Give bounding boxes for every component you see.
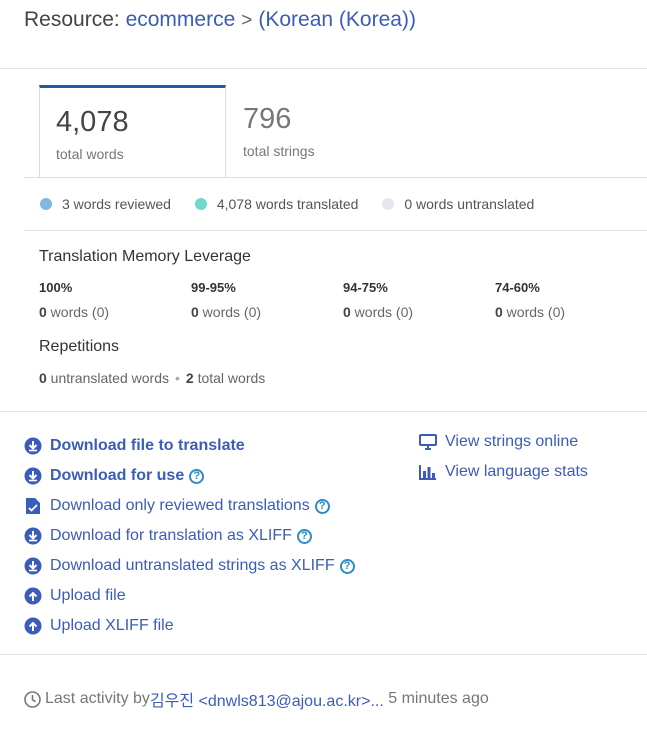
upload-circle-icon: [24, 587, 42, 605]
download-untranslated-xliff-link[interactable]: Download untranslated strings as XLIFF ?: [24, 551, 355, 581]
last-activity: Last activity by 김우진 <dnwls813@ajou.ac.k…: [24, 687, 489, 711]
tm-value: 0 words (0): [495, 304, 566, 320]
download-circle-icon: [24, 467, 42, 485]
download-circle-icon: [24, 527, 42, 545]
resource-link[interactable]: ecommerce: [126, 8, 236, 31]
bar-chart-icon: [419, 463, 437, 481]
tm-pct: 74-60%: [495, 280, 540, 295]
upload-circle-icon: [24, 617, 42, 635]
view-language-stats-link[interactable]: View language stats: [419, 457, 588, 487]
reviewed-dot-icon: [40, 198, 52, 210]
legend-translated: 4,078 words translated: [194, 196, 359, 212]
tm-pct: 94-75%: [343, 280, 388, 295]
download-reviewed-translations-link[interactable]: Download only reviewed translations ?: [24, 491, 355, 521]
actions-right: View strings online View language stats: [419, 427, 588, 487]
total-words-value: 4,078: [56, 106, 129, 138]
translated-dot-icon: [194, 198, 207, 210]
download-translation-xliff-link[interactable]: Download for translation as XLIFF ?: [24, 521, 355, 551]
download-file-to-translate-link[interactable]: Download file to translate: [24, 431, 355, 461]
tm-column-94-75: 94-75% 0 words (0): [343, 280, 493, 320]
language-link[interactable]: (Korean (Korea)): [258, 8, 416, 31]
last-activity-prefix: Last activity by: [45, 690, 150, 707]
repetitions-summary: 0 untranslated words • 2 total words: [39, 370, 266, 386]
divider: [0, 411, 647, 412]
divider: [24, 230, 647, 231]
divider: [0, 68, 647, 69]
legend-reviewed-label: 3 words reviewed: [62, 196, 171, 212]
download-for-use-link[interactable]: Download for use ?: [24, 461, 355, 491]
progress-legend: 3 words reviewed 4,078 words translated …: [40, 196, 554, 213]
monitor-icon: [419, 433, 437, 451]
help-icon[interactable]: ?: [296, 528, 312, 544]
tm-column-100: 100% 0 words (0): [39, 280, 189, 320]
download-circle-icon: [24, 437, 42, 455]
last-activity-time: 5 minutes ago: [383, 690, 489, 707]
tm-value: 0 words (0): [191, 304, 262, 320]
total-strings-label: total strings: [243, 143, 315, 159]
help-icon[interactable]: ?: [189, 468, 205, 484]
divider: [0, 654, 647, 655]
legend-untranslated: 0 words untranslated: [382, 196, 534, 212]
tabs-underline: [24, 177, 647, 178]
view-strings-online-link[interactable]: View strings online: [419, 427, 588, 457]
file-check-icon: [24, 497, 42, 515]
repetitions-title: Repetitions: [39, 338, 120, 355]
total-strings-value: 796: [243, 103, 292, 135]
breadcrumb-separator-icon: >: [241, 10, 253, 31]
untranslated-dot-icon: [382, 198, 395, 210]
clock-icon: [24, 690, 41, 708]
legend-translated-label: 4,078 words translated: [216, 196, 359, 212]
tm-pct: 100%: [39, 280, 73, 295]
actions-left: Download file to translate Download for …: [24, 431, 355, 641]
last-activity-user-link[interactable]: 김우진 <dnwls813@ajou.ac.kr>...: [150, 687, 384, 711]
resource-prefix: Resource:: [24, 8, 120, 31]
upload-file-link[interactable]: Upload file: [24, 581, 355, 611]
breadcrumb: Resource: ecommerce > (Korean (Korea)): [24, 8, 416, 32]
help-icon[interactable]: ?: [339, 558, 355, 574]
download-circle-icon: [24, 557, 42, 575]
legend-reviewed: 3 words reviewed: [40, 196, 171, 212]
upload-xliff-file-link[interactable]: Upload XLIFF file: [24, 611, 355, 641]
tab-total-strings[interactable]: 796 total strings: [227, 85, 414, 177]
tm-value: 0 words (0): [343, 304, 414, 320]
tm-column-99-95: 99-95% 0 words (0): [191, 280, 341, 320]
total-words-label: total words: [56, 146, 124, 162]
help-icon[interactable]: ?: [314, 498, 330, 514]
legend-untranslated-label: 0 words untranslated: [404, 196, 535, 212]
tm-value: 0 words (0): [39, 304, 110, 320]
tm-column-74-60: 74-60% 0 words (0): [495, 280, 645, 320]
tm-leverage-title: Translation Memory Leverage: [39, 248, 251, 265]
tab-total-words[interactable]: 4,078 total words: [39, 85, 226, 178]
tm-pct: 99-95%: [191, 280, 236, 295]
